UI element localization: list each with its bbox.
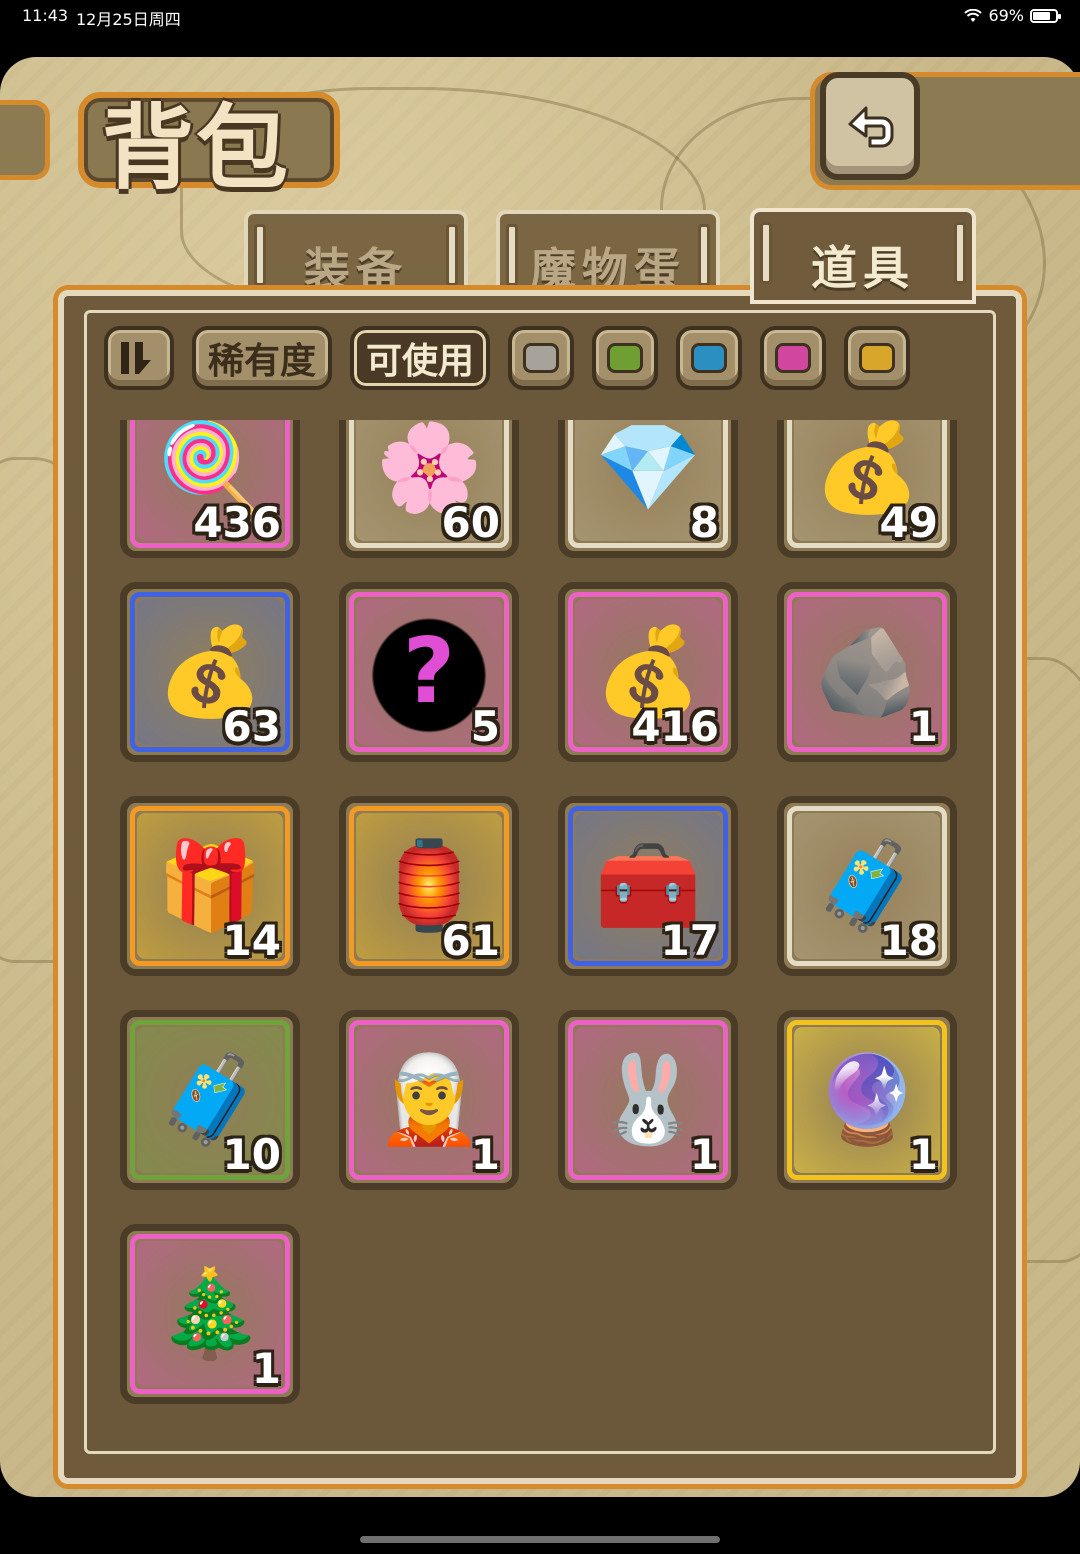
item-slot-crystal-girl-figure[interactable]: 🔮 1 [777, 1010, 957, 1190]
status-date: 12月25日周四 [76, 10, 181, 29]
item-count: 1 [470, 1130, 500, 1179]
item-count: 14 [222, 916, 281, 965]
item-count: 1 [689, 1130, 719, 1179]
tab-equipment[interactable]: 装备 [244, 210, 468, 302]
item-count: 18 [879, 916, 938, 965]
wifi-icon [964, 8, 983, 22]
swatch-green [607, 343, 643, 373]
item-slot-winged-lantern[interactable]: 🏮 61 [339, 796, 519, 976]
item-slot-pink-petal[interactable]: 🌸 60 [339, 420, 519, 558]
item-slot-christmas-girl-figure[interactable]: 🎄 1 [120, 1224, 300, 1404]
item-count: 61 [441, 916, 500, 965]
rarity-filter-pink[interactable] [760, 326, 826, 390]
item-count: 1 [908, 702, 938, 751]
rarity-filter-green[interactable] [592, 326, 658, 390]
status-bar: 11:43 12月25日周四 69% [0, 0, 1080, 40]
tab-items[interactable]: 道具 [750, 208, 976, 304]
item-count: 416 [631, 702, 719, 751]
status-right: 69% [964, 6, 1061, 25]
rarity-filter-blue[interactable] [676, 326, 742, 390]
battery-icon [1030, 8, 1061, 23]
item-count: 10 [222, 1130, 281, 1179]
item-slot-gold-bag[interactable]: 💰 63 [120, 582, 300, 762]
item-slot-purple-crystal[interactable]: 💎 8 [558, 420, 738, 558]
item-count: 1 [908, 1130, 938, 1179]
item-slot-mystery-silhouette[interactable]: ? 5 [339, 582, 519, 762]
battery-percent: 69% [988, 6, 1024, 25]
back-arrow-icon [848, 106, 894, 148]
tab-label: 道具 [811, 241, 915, 295]
item-slot-bunny-angel-figure[interactable]: 🐰 1 [558, 1010, 738, 1190]
item-count: 5 [470, 702, 500, 751]
swatch-pink [775, 343, 811, 373]
item-slot-demon-maid-figure[interactable]: 🧝 1 [339, 1010, 519, 1190]
item-slot-wooden-chest[interactable]: 🧳 18 [777, 796, 957, 976]
rarity-filter-gold[interactable] [844, 326, 910, 390]
item-slot-purple-ore[interactable]: 🪨 1 [777, 582, 957, 762]
swatch-blue [691, 343, 727, 373]
title-stub [0, 100, 50, 180]
item-slot-rainbow-popsicle[interactable]: 🍭 436 [120, 420, 300, 558]
item-slot-large-gold-bag[interactable]: 💰 416 [558, 582, 738, 762]
sort-toggle-button[interactable] [104, 326, 174, 390]
item-count: 436 [193, 498, 281, 547]
usable-filter-button[interactable]: 可使用 [350, 326, 490, 390]
swatch-gray [523, 343, 559, 373]
item-slot-coin-sack[interactable]: 💰 49 [777, 420, 957, 558]
tab-monster-eggs[interactable]: 魔物蛋 [496, 210, 720, 302]
item-count: 17 [660, 916, 719, 965]
sort-toggle-icon [121, 342, 151, 374]
status-time: 11:43 [22, 6, 69, 25]
item-count: 49 [879, 498, 938, 547]
item-count: 60 [441, 498, 500, 547]
rarity-filter-gray[interactable] [508, 326, 574, 390]
swatch-gold [859, 343, 895, 373]
item-count: 8 [689, 498, 719, 547]
back-button[interactable] [820, 72, 920, 180]
item-count: 1 [251, 1344, 281, 1393]
item-grid: 🍭 436 🌸 60 💎 8 💰 49 💰 63? 5 💰 416 🪨 1 🎁 14 🏮 61 🧰 17 🧳 18 🧳 10 🧝 1… [86, 420, 992, 1450]
home-indicator[interactable] [360, 1536, 720, 1543]
rarity-sort-button[interactable]: 稀有度 [192, 326, 332, 390]
item-count: 63 [222, 702, 281, 751]
item-slot-blue-chest[interactable]: 🧰 17 [558, 796, 738, 976]
item-slot-ghost-box[interactable]: 🎁 14 [120, 796, 300, 976]
page-title: 背包 [102, 94, 291, 202]
item-slot-wood-chest-green[interactable]: 🧳 10 [120, 1010, 300, 1190]
